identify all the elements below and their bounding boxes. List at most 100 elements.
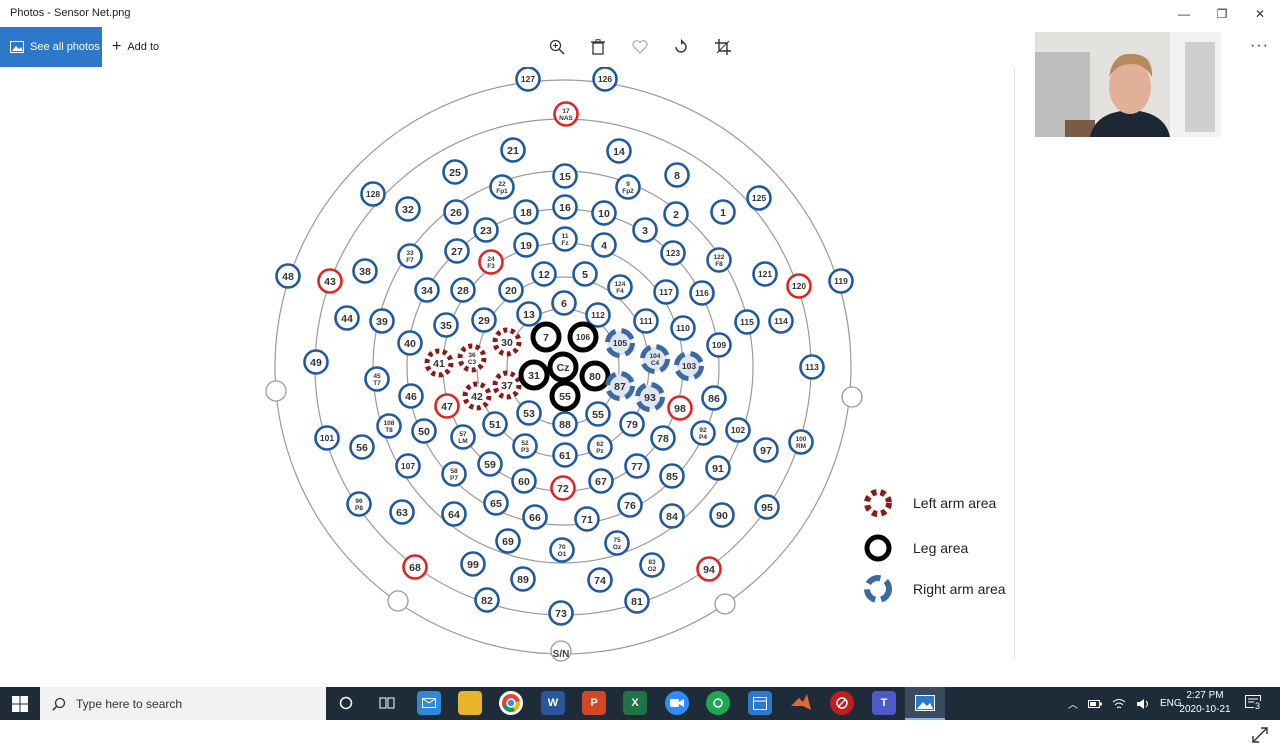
electrode-blue: 76 [617,492,643,518]
system-tray: ︿ ENG [1068,687,1182,720]
maximize-button[interactable]: ❐ [1203,0,1241,27]
chevron-up-icon[interactable]: ︿ [1068,696,1078,711]
minimize-button[interactable]: — [1165,0,1203,27]
electrode-blue: 85 [659,463,685,489]
electrode-blue: 22Fp1 [489,174,515,200]
electrode-label: 17 [562,108,570,115]
electrode-sublabel: T8 [385,427,393,434]
electrode-blue: 45T7 [364,366,390,392]
electrode-label: 15 [559,171,571,183]
crop-icon[interactable] [713,37,733,57]
electrode-blue: 102 [725,417,751,443]
electrode-blue: 33F7 [397,243,423,269]
excel-icon[interactable]: X [623,691,647,715]
electrode-label: 16 [559,202,571,214]
electrode-label: 44 [341,313,353,325]
electrode-blue: 58P7 [441,461,467,487]
title-bar: Photos - Sensor Net.png — ❐ ✕ [0,0,1280,27]
photos-taskbar-button[interactable] [905,687,945,720]
electrode-label: 109 [712,340,726,350]
electrode-label: 12 [538,269,550,281]
electrode-label: 30 [501,337,513,349]
electrode-label: 67 [595,476,607,488]
legend-leg-label: Leg area [913,540,968,556]
electrode-label: 89 [517,574,529,586]
electrode-label: 122 [714,254,725,261]
zoom-app-icon[interactable] [665,691,689,715]
electrode-label: 95 [761,502,773,514]
electrode-label: 125 [752,193,766,203]
photo-viewer: 127 126 21 14 25 8 22 Fp1 15 9 Fp2 128 32 26 18 16 10 2 1 1… [0,67,1280,743]
word-icon[interactable]: W [541,691,565,715]
electrode-blue: 64 [441,501,467,527]
see-all-photos-button[interactable]: See all photos [0,27,102,67]
electrode-label: 22 [498,181,506,188]
taskbar-clock[interactable]: 2:27 PM 2020-10-21 [1175,689,1235,717]
taskbar-search-box[interactable]: Type here to search [40,687,326,720]
close-button[interactable]: ✕ [1241,0,1279,27]
expand-icon[interactable] [1250,725,1270,745]
electrode-label: 76 [624,500,636,512]
volume-icon[interactable] [1136,698,1150,710]
electrode-label: 55 [592,409,604,421]
electrode-blue: 95 [754,494,780,520]
zoom-icon[interactable] [547,37,567,57]
mail-icon[interactable] [417,691,441,715]
cortana-icon[interactable] [334,691,358,715]
electrode-blue: 82 [474,587,500,613]
electrode-label: 62 [596,441,604,448]
electrode-label: 87 [614,381,626,393]
electrode-label: 24 [487,256,495,263]
calendar-icon[interactable] [748,691,772,715]
electrode-blue: 57LM [450,424,476,450]
notifications-icon[interactable]: 3 [1245,695,1263,716]
electrode-blue: 13 [516,301,542,327]
sensor-net-diagram: 127 12621 1425 822Fp1159Fp212832 26 18 16 10 2 11… [265,67,1006,662]
electrode-red: 72 [550,475,576,501]
battery-icon[interactable] [1088,699,1102,709]
electrode-red: 24F3 [478,249,504,275]
window-title: Photos - Sensor Net.png [10,7,131,19]
electrode-sublabel: T7 [373,380,381,387]
electrode-blue: 2 [663,201,689,227]
teams-icon[interactable]: T [872,691,896,715]
electrode-blue: 71 [574,506,600,532]
windows-start-icon[interactable] [12,696,28,717]
electrode-label: 48 [282,271,294,283]
electrode-blue: 9Fp2 [615,174,641,200]
electrode-blue: 112 [585,302,611,328]
electrode-label: 86 [708,393,720,405]
rotate-icon[interactable] [671,37,691,57]
electrode-label: 66 [529,512,541,524]
more-options-button[interactable]: ··· [1250,37,1269,55]
add-to-button[interactable]: + Add to [112,27,159,67]
electrode-right-arm: 105 [605,328,635,358]
electrode-blue: 125 [746,185,772,211]
electrode-label: 56 [356,442,368,454]
electrode-blue: 78 [650,425,676,451]
electrode-leg: 80 [579,360,611,392]
electrode-sublabel: C3 [468,359,477,366]
electrode-blue: 27 [444,238,470,264]
electrode-blue: 75Oz [604,530,630,556]
chat-app-icon[interactable] [706,691,730,715]
file-explorer-icon[interactable] [458,691,482,715]
task-view-icon[interactable] [375,691,399,715]
electrode-label: Cz [557,362,570,374]
wifi-icon[interactable] [1112,698,1126,710]
electrode-blue: 83O2 [639,552,665,578]
anchor-dot [714,593,736,615]
powerpoint-icon[interactable]: P [582,691,606,715]
electrode-label: 60 [518,476,530,488]
electrode-blue: 40 [397,330,423,356]
favorite-heart-icon[interactable] [630,37,650,57]
electrode-blue: 59 [477,451,503,477]
electrode-blue: 5 [572,261,598,287]
matlab-icon[interactable] [789,691,813,715]
electrode-label: 19 [520,240,532,252]
chrome-icon[interactable] [499,691,523,715]
electrode-label: 77 [631,461,643,473]
electrode-label: 21 [507,145,519,157]
delete-icon[interactable] [588,37,608,57]
record-app-icon[interactable] [830,691,854,715]
